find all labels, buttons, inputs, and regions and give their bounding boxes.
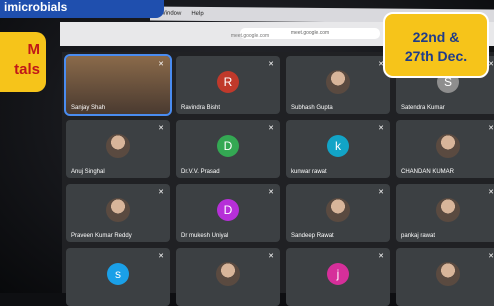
banner-text: imicrobials [4,0,68,14]
menu-item-help[interactable]: Help [191,11,203,17]
mic-muted-icon: ✕ [488,125,494,132]
participant-tile[interactable]: ✕ Sandeep Rawat [286,184,390,242]
participant-tile[interactable]: k ✕ kunwar rawat [286,120,390,178]
avatar: D [217,198,239,221]
participant-tile[interactable]: D ✕ Dr mukesh Uniyal [176,184,280,242]
mic-muted-icon: ✕ [488,61,494,68]
left-badge-line1: M [27,41,41,58]
meet-grid: ✕ Sanjay Shah R ✕ Ravindra Bisht ✕ Subhash Gup… [62,52,494,306]
participant-name: Dr.V.V. Prasad [181,169,220,175]
participant-tile[interactable]: ✕ CHANDAN KUMAR [396,120,494,178]
participant-name: CHANDAN KUMAR [401,169,455,175]
mic-muted-icon: ✕ [158,189,164,196]
mic-muted-icon: ✕ [158,253,164,260]
participant-name: Dr mukesh Uniyal [181,233,229,239]
participant-name: Satendra Kumar [401,105,445,111]
mic-muted-icon: ✕ [268,61,274,68]
top-banner: imicrobials [0,0,164,18]
avatar: j [327,262,349,285]
participant-tile[interactable]: ✕ pankaj rawat [396,184,494,242]
participant-tile[interactable]: j ✕ [286,248,390,306]
avatar-photo [326,69,350,94]
participant-tile[interactable]: ✕ [176,248,280,306]
mic-muted-icon: ✕ [378,253,384,260]
avatar-photo [106,197,130,222]
mic-muted-icon: ✕ [158,125,164,132]
participant-name: pankaj rawat [401,233,436,239]
mic-muted-icon: ✕ [158,61,164,68]
participant-name: Sandeep Rawat [291,233,334,239]
participant-tile[interactable]: ✕ Subhash Gupta [286,56,390,114]
mic-muted-icon: ✕ [268,189,274,196]
participant-tile[interactable]: ✕ Sanjay Shah [64,54,172,116]
avatar: R [217,70,239,93]
participant-tile[interactable]: R ✕ Ravindra Bisht [176,56,280,114]
avatar: s [107,262,129,285]
avatar: D [217,134,239,157]
mic-muted-icon: ✕ [488,189,494,196]
avatar-photo [436,197,460,222]
participant-tile[interactable]: s ✕ [66,248,170,306]
mic-muted-icon: ✕ [378,189,384,196]
participant-name: Ravindra Bisht [181,105,221,111]
participant-tile[interactable]: ✕ Anuj Singhal [66,120,170,178]
mic-muted-icon: ✕ [268,125,274,132]
avatar: k [327,134,349,157]
participant-name: Subhash Gupta [291,105,333,111]
date-line1: 22nd & [412,29,460,45]
participant-tile[interactable]: ✕ [396,248,494,306]
participant-tile[interactable]: D ✕ Dr.V.V. Prasad [176,120,280,178]
avatar-photo [106,133,130,158]
participant-tile[interactable]: ✕ Praveen Kumar Reddy [66,184,170,242]
avatar-photo [436,261,460,286]
participant-name: kunwar rawat [291,169,327,175]
mic-muted-icon: ✕ [378,125,384,132]
mic-muted-icon: ✕ [268,253,274,260]
avatar-photo [326,197,350,222]
participant-name: Sanjay Shah [71,105,106,111]
left-badge: M tals [0,32,46,92]
date-line2: 27th Dec. [404,48,468,64]
url-subtitle: meet.google.com [230,33,270,39]
participant-name: Praveen Kumar Reddy [71,233,132,239]
avatar-photo [216,261,240,286]
avatar-photo [436,133,460,158]
mic-muted-icon: ✕ [488,253,494,260]
participant-name: Anuj Singhal [71,169,105,175]
date-badge: 22nd & 27th Dec. [383,12,489,78]
left-badge-line2: tals [14,61,40,78]
